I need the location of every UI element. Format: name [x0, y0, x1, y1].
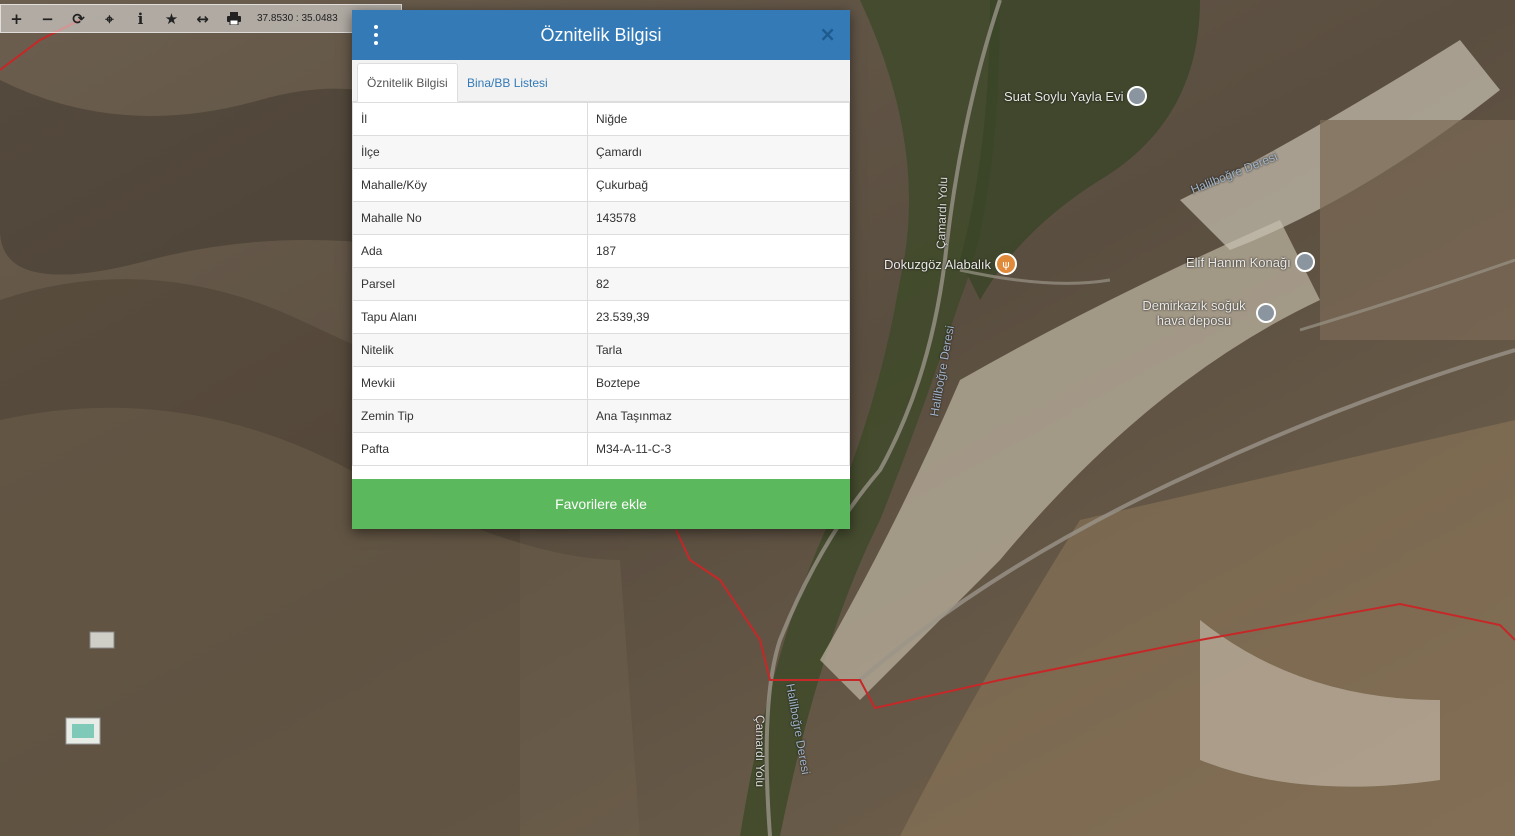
info-button[interactable]: i	[125, 5, 156, 32]
place-label: Elif Hanım Konağı	[1186, 254, 1291, 270]
plus-icon: +	[10, 9, 23, 28]
table-row: Mahalle/Köy Çukurbağ	[352, 168, 850, 202]
restaurant-icon: ψ	[994, 253, 1017, 275]
attribute-value: Çukurbağ	[587, 168, 850, 202]
attribute-key: Mevkii	[352, 366, 588, 400]
table-row: Ada 187	[352, 234, 850, 268]
table-row: İlçe Çamardı	[352, 135, 850, 169]
tab-attribute-info[interactable]: Öznitelik Bilgisi	[357, 63, 458, 102]
measure-button[interactable]: ↔	[187, 5, 218, 32]
road-label: Çamardı Yolu	[933, 176, 951, 250]
tab-building-list[interactable]: Bina/BB Listesi	[458, 63, 557, 102]
attribute-value: 187	[587, 234, 850, 268]
print-button[interactable]	[218, 5, 249, 32]
arrows-horizontal-icon: ↔	[196, 9, 209, 28]
attribute-value: Ana Taşınmaz	[587, 399, 850, 433]
refresh-button[interactable]: ⟳	[63, 5, 94, 32]
zoom-out-button[interactable]: −	[32, 5, 63, 32]
attribute-key: Mahalle/Köy	[352, 168, 588, 202]
favorite-button[interactable]: ★	[156, 5, 187, 32]
place-demirkazik[interactable]: Demirkazık soğuk hava deposu	[1138, 298, 1276, 328]
attribute-key: Pafta	[352, 432, 588, 466]
attribute-value: 23.539,39	[587, 300, 850, 334]
place-dokuzgoz[interactable]: Dokuzgöz Alabalık ψ	[884, 253, 1017, 275]
road-label: Çamardı Yolu	[753, 714, 768, 788]
menu-button[interactable]	[368, 25, 384, 45]
attribute-info-dialog: Öznitelik Bilgisi × Öznitelik Bilgisi Bi…	[352, 10, 850, 529]
dot	[374, 33, 378, 37]
pin-icon	[1127, 86, 1148, 106]
attribute-key: Tapu Alanı	[352, 300, 588, 334]
table-row: İl Niğde	[352, 102, 850, 136]
tab-bar: Öznitelik Bilgisi Bina/BB Listesi	[352, 60, 850, 102]
attribute-value: Boztepe	[587, 366, 850, 400]
attribute-key: Nitelik	[352, 333, 588, 367]
place-elif-hanim[interactable]: Elif Hanım Konağı	[1186, 252, 1315, 272]
place-label: Dokuzgöz Alabalık	[884, 256, 991, 272]
pin-icon	[1256, 303, 1276, 323]
place-suat-soylu[interactable]: Suat Soylu Yayla Evi	[1004, 86, 1148, 106]
attribute-value: M34-A-11-C-3	[587, 432, 850, 466]
locate-button[interactable]: ⌖	[94, 5, 125, 32]
coordinate-readout: 37.8530 : 35.0483	[257, 13, 338, 24]
info-icon: i	[137, 9, 144, 28]
table-row: Zemin Tip Ana Taşınmaz	[352, 399, 850, 433]
attribute-key: Ada	[352, 234, 588, 268]
pin-icon	[1294, 252, 1315, 272]
minus-icon: −	[41, 9, 54, 28]
table-row: Nitelik Tarla	[352, 333, 850, 367]
map-toolbar: + − ⟳ ⌖ i ★ ↔ 37.8530 : 35.0483	[0, 4, 402, 33]
attribute-key: İlçe	[352, 135, 588, 169]
table-row: Mahalle No 143578	[352, 201, 850, 235]
attribute-key: Mahalle No	[352, 201, 588, 235]
print-icon	[226, 12, 241, 25]
close-button[interactable]: ×	[819, 24, 836, 44]
attribute-value: 82	[587, 267, 850, 301]
attribute-key: Parsel	[352, 267, 588, 301]
attribute-key: İl	[352, 102, 588, 136]
attribute-value: Tarla	[587, 333, 850, 367]
star-icon: ★	[164, 9, 179, 28]
dot	[374, 41, 378, 45]
attribute-value: Niğde	[587, 102, 850, 136]
table-row: Pafta M34-A-11-C-3	[352, 432, 850, 466]
attribute-table: İl Niğde İlçe Çamardı Mahalle/Köy Çukurbağ Mah…	[352, 102, 850, 466]
attribute-value: 143578	[587, 201, 850, 235]
place-label: Demirkazık soğuk hava deposu	[1142, 298, 1246, 328]
zoom-in-button[interactable]: +	[1, 5, 32, 32]
crosshair-icon: ⌖	[105, 9, 114, 28]
attribute-key: Zemin Tip	[352, 399, 588, 433]
dialog-title: Öznitelik Bilgisi	[540, 24, 662, 45]
place-label: Suat Soylu Yayla Evi	[1004, 88, 1124, 104]
dialog-header: Öznitelik Bilgisi ×	[352, 10, 850, 60]
dot	[374, 25, 378, 29]
table-row: Mevkii Boztepe	[352, 366, 850, 400]
add-favorite-button[interactable]: Favorilere ekle	[352, 479, 850, 529]
table-row: Tapu Alanı 23.539,39	[352, 300, 850, 334]
table-row: Parsel 82	[352, 267, 850, 301]
attribute-value: Çamardı	[587, 135, 850, 169]
refresh-icon: ⟳	[72, 9, 85, 28]
